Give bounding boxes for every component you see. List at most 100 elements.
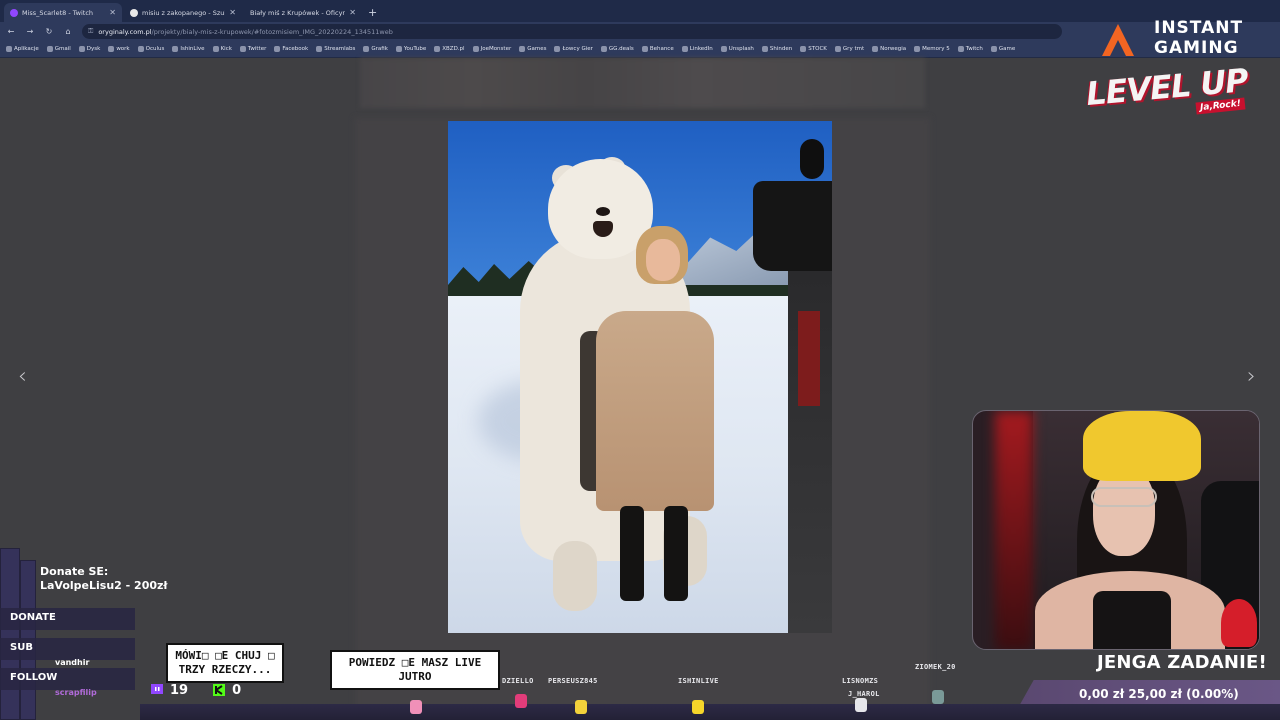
- browser-tabstrip: Miss_Scarlet8 - Twitch ✕ misiu z zakopan…: [0, 0, 1280, 22]
- bookmark-icon: [212, 46, 219, 52]
- bookmark-item[interactable]: Facebook: [274, 46, 308, 52]
- event-label: SUB: [10, 642, 33, 653]
- bookmark-icon: [641, 46, 648, 52]
- bookmark-item[interactable]: Behance: [641, 46, 674, 52]
- back-icon[interactable]: ←: [6, 27, 16, 36]
- bookmark-label: Behance: [649, 46, 674, 52]
- plus-icon[interactable]: +: [368, 6, 377, 19]
- prev-arrow-icon[interactable]: ‹: [18, 364, 27, 389]
- goal-title: JENGA ZADANIE!: [1097, 652, 1267, 673]
- chatter-sprite: [515, 694, 527, 708]
- bookmark-item[interactable]: Shinden: [761, 46, 792, 52]
- bookmark-item[interactable]: Gmail: [46, 46, 71, 52]
- bookmark-item[interactable]: Aplikacje: [6, 46, 39, 52]
- woman-boot: [664, 506, 688, 601]
- bookmark-icon: [914, 46, 921, 52]
- tab-search[interactable]: misiu z zakopanego - Szukaj w ✕: [124, 3, 242, 22]
- bookmark-item[interactable]: Games: [519, 46, 546, 52]
- streamer-glasses: [1091, 487, 1157, 507]
- kick-count: 0: [232, 682, 242, 698]
- home-icon[interactable]: ⌂: [63, 27, 73, 36]
- woman-boot: [620, 506, 644, 601]
- bookmark-item[interactable]: Game: [990, 46, 1015, 52]
- bookmark-label: Łowcy Gier: [562, 46, 593, 52]
- bookmark-label: Streamlabs: [324, 46, 356, 52]
- bookmark-item[interactable]: Oculus: [137, 46, 164, 52]
- bookmark-label: Kick: [220, 46, 232, 52]
- chatter-sprite: [692, 700, 704, 714]
- bookmark-item[interactable]: JoeMonster: [472, 46, 512, 52]
- bookmark-icon: [600, 46, 607, 52]
- bear-nose: [596, 207, 610, 216]
- bookmark-item[interactable]: XBZD.pl: [434, 46, 465, 52]
- bookmark-icon: [472, 46, 479, 52]
- bookmark-icon: [957, 46, 964, 52]
- chatter-name: ISHINLIVE: [678, 677, 719, 685]
- bookmark-icon: [800, 46, 807, 52]
- streamer-top: [1093, 591, 1171, 649]
- bookmarks-bar: Aplikacje Gmail Dysk work Oculus IshinLive Kic…: [0, 41, 1280, 58]
- chatter-sprite: [855, 698, 867, 712]
- tab-oficyna[interactable]: Biały miś z Krupówek - Oficyn ✕: [244, 3, 362, 22]
- bookmark-item[interactable]: Norwegia: [872, 46, 906, 52]
- next-arrow-icon[interactable]: ›: [1247, 364, 1256, 389]
- bookmark-item[interactable]: Twitch: [957, 46, 983, 52]
- bookmark-item[interactable]: Gry tmt: [834, 46, 865, 52]
- url-path: /projekty/bialy-mis-z-krupowek/#fotozmis…: [151, 27, 393, 36]
- forward-icon[interactable]: →: [25, 27, 35, 36]
- bookmark-label: XBZD.pl: [442, 46, 465, 52]
- tab-twitch[interactable]: Miss_Scarlet8 - Twitch ✕: [4, 3, 122, 22]
- bookmark-item[interactable]: Streamlabs: [316, 46, 355, 52]
- bookmark-icon: [46, 46, 53, 52]
- bookmark-icon: [872, 46, 879, 52]
- bookmark-label: STOCK: [808, 46, 827, 52]
- bookmark-item[interactable]: work: [108, 46, 130, 52]
- close-icon[interactable]: ✕: [349, 8, 356, 17]
- reload-icon[interactable]: ↻: [44, 27, 54, 36]
- bear-leg: [553, 541, 597, 611]
- bookmark-item[interactable]: Dysk: [78, 46, 100, 52]
- woman-coat: [596, 311, 714, 511]
- bookmark-item[interactable]: IshinLive: [172, 46, 205, 52]
- event-row-donate: DONATE: [0, 608, 135, 630]
- chatter-sprite: [932, 690, 944, 704]
- bookmark-label: IshinLive: [180, 46, 205, 52]
- bookmark-item[interactable]: Unsplash: [720, 46, 754, 52]
- video-camera: [753, 181, 832, 271]
- brand-word-2: GAMING: [1154, 38, 1239, 58]
- brand-word-1: INSTANT: [1154, 18, 1244, 38]
- bookmark-item[interactable]: Memory 5: [914, 46, 950, 52]
- chatter-name: PERSEUSZ845: [548, 677, 598, 685]
- bookmark-item[interactable]: GG.deals: [600, 46, 634, 52]
- bookmark-item[interactable]: YouTube: [395, 46, 426, 52]
- bookmark-item[interactable]: Łowcy Gier: [554, 46, 593, 52]
- event-label: DONATE: [10, 612, 56, 623]
- pixel-wall: [0, 548, 20, 720]
- chat-bubble: MÓWI□ □E CHUJ □ TRZY RZECZY...: [166, 643, 284, 683]
- bookmark-item[interactable]: LinkedIn: [681, 46, 713, 52]
- donate-value: LaVolpeLisu2 - 200zł: [40, 579, 168, 592]
- bookmark-icon: [395, 46, 402, 52]
- bookmark-label: work: [116, 46, 130, 52]
- bookmark-item[interactable]: STOCK: [800, 46, 827, 52]
- chatter-name: LISNOMZS: [842, 677, 879, 685]
- bookmark-icon: [761, 46, 768, 52]
- photo[interactable]: [448, 121, 832, 633]
- bookmark-icon: [720, 46, 727, 52]
- bookmark-label: JoeMonster: [480, 46, 512, 52]
- address-bar[interactable]: ⚿ oryginaly.com.pl /projekty/bialy-mis-z…: [82, 24, 1062, 39]
- close-icon[interactable]: ✕: [109, 8, 116, 17]
- bookmark-label: Twitch: [965, 46, 983, 52]
- bookmark-item[interactable]: Twitter: [239, 46, 266, 52]
- webcam-red-light: [995, 411, 1033, 649]
- bookmark-item[interactable]: Grafik: [363, 46, 388, 52]
- goal-progress-text: 0,00 zł 25,00 zł (0.00%): [1079, 687, 1239, 701]
- kick-icon: [213, 684, 226, 696]
- bookmark-item[interactable]: Kick: [212, 46, 232, 52]
- google-icon: [130, 8, 138, 17]
- close-icon[interactable]: ✕: [229, 8, 236, 17]
- bookmark-label: Aplikacje: [14, 46, 39, 52]
- chatter-name: DZIELLO: [502, 677, 534, 685]
- microphone: [800, 139, 824, 179]
- bookmark-label: Gry tmt: [842, 46, 865, 52]
